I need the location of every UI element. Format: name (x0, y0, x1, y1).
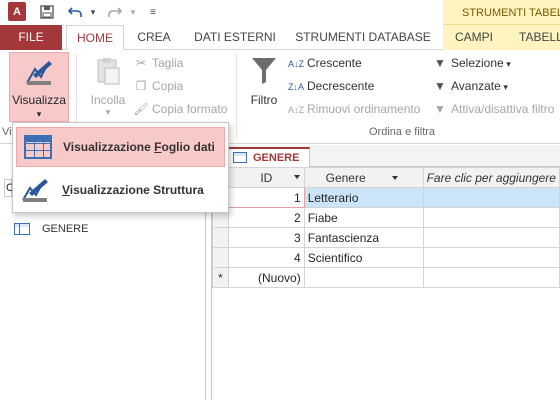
cell-id-new[interactable]: (Nuovo) (227, 267, 305, 288)
search-input[interactable]: C (4, 179, 14, 197)
tab-crea[interactable]: CREA (128, 25, 180, 50)
table-row[interactable]: 4 Scientifico (212, 247, 560, 268)
cell-genere[interactable]: Letterario (303, 187, 424, 208)
tab-strumenti-database[interactable]: STRUMENTI DATABASE (290, 25, 436, 50)
divider (236, 54, 237, 138)
sort-descending-icon: Z↓A (288, 82, 305, 92)
clear-sort-icon: A↕Z (288, 105, 305, 115)
advanced-filter-icon: ▼ (434, 79, 446, 93)
menu-item-label: Visualizzazione Foglio dati (63, 140, 215, 154)
cell-genere[interactable]: Fiabe (303, 207, 424, 228)
visualizza-label: Visualizza (12, 93, 66, 107)
format-painter-icon: 🖌 (133, 102, 149, 116)
cell-genere[interactable]: Scientifico (303, 247, 424, 268)
tab-dati-esterni[interactable]: DATI ESTERNI (186, 25, 284, 50)
chevron-down-icon: ▾ (500, 82, 508, 92)
ribbon-tabs: FILE HOME CREA DATI ESTERNI STRUMENTI DA… (0, 25, 560, 51)
cell-empty[interactable] (422, 207, 560, 228)
menu-item-datasheet-view[interactable]: Visualizzazione Foglio dati (16, 127, 225, 167)
column-header-id[interactable]: ID (227, 167, 305, 188)
save-icon[interactable] (38, 3, 56, 21)
filtro-label: Filtro (250, 93, 278, 107)
selezione-button[interactable]: ▼ Selezione ▾ (432, 52, 511, 74)
paste-icon (97, 58, 120, 85)
copia-button[interactable]: ❐ Copia (133, 75, 184, 97)
filter-icon (252, 58, 276, 84)
cell-empty[interactable] (422, 187, 560, 208)
new-record-row[interactable]: * (Nuovo) (212, 267, 560, 288)
access-logo-icon: A (8, 2, 26, 21)
copy-icon: ❐ (135, 79, 147, 93)
attiva-filtro-button[interactable]: ▼ Attiva/disattiva filtro (432, 98, 554, 120)
nav-item-genere[interactable]: GENERE (14, 223, 88, 235)
menu-item-label: Visualizzazione Struttura (62, 183, 204, 197)
chevron-down-icon[interactable] (293, 175, 300, 179)
contextual-group-label: STRUMENTI TABELLA (443, 0, 560, 25)
document-tab-strip: GENERE (212, 145, 560, 168)
nav-item-label: GENERE (42, 223, 89, 235)
dropdown-icon[interactable]: ▾ (84, 3, 102, 21)
avanzate-button[interactable]: ▼ Avanzate ▾ (432, 75, 508, 97)
document-tab-genere[interactable]: GENERE (226, 147, 311, 168)
quick-access-toolbar: A ▾ ▾ ≡ STRUMENTI TABELLA (0, 0, 560, 25)
chevron-down-icon: ▾ (36, 109, 42, 119)
menu-item-design-view[interactable]: Visualizzazione Struttura (16, 170, 225, 210)
design-view-icon (26, 61, 52, 85)
copia-formato-button[interactable]: 🖌 Copia formato (133, 98, 227, 120)
table-row[interactable]: 1 Letterario (212, 187, 560, 208)
header-row: ID Genere Fare clic per aggiungere (212, 167, 560, 188)
cell-id[interactable]: 1 (227, 187, 305, 208)
chevron-down-icon: ▾ (105, 107, 111, 117)
tab-home[interactable]: HOME (66, 25, 124, 51)
chevron-down-icon: ▾ (503, 59, 511, 69)
datasheet-view-icon (21, 133, 55, 161)
table-icon (14, 223, 30, 235)
row-selector[interactable] (212, 247, 229, 268)
table-row[interactable]: 3 Fantascienza (212, 227, 560, 248)
incolla-button[interactable]: Incolla ▾ (86, 56, 130, 118)
design-view-icon (20, 176, 54, 204)
cell-id[interactable]: 4 (227, 247, 305, 268)
rimuovi-ordinamento-button[interactable]: A↕Z Rimuovi ordinamento (288, 98, 420, 120)
cell-id[interactable]: 2 (227, 207, 305, 228)
taglia-button[interactable]: ✂ Taglia (133, 52, 183, 74)
visualizza-dropdown-menu: Visualizzazione Foglio dati Visualizzazi… (12, 122, 229, 213)
chevron-down-icon[interactable] (391, 175, 398, 180)
undo-icon[interactable] (66, 3, 84, 21)
tab-tabella[interactable]: TABELLA (505, 25, 560, 50)
incolla-label: Incolla (90, 93, 126, 107)
cell-genere[interactable]: Fantascienza (303, 227, 424, 248)
group-label-views: Vi (2, 126, 12, 138)
crescente-button[interactable]: A↓Z Crescente (288, 52, 362, 74)
visualizza-button[interactable]: Visualizza ▾ (9, 52, 69, 122)
cell-empty[interactable] (422, 267, 560, 288)
cell-empty[interactable] (422, 247, 560, 268)
column-header-genere[interactable]: Genere (303, 167, 424, 188)
cell-genere[interactable] (303, 267, 424, 288)
cell-empty[interactable] (422, 227, 560, 248)
table-row[interactable]: 2 Fiabe (212, 207, 560, 228)
document-area: GENERE ID Genere Fare clic per aggiunger… (211, 145, 560, 400)
tab-campi[interactable]: CAMPI (443, 25, 505, 50)
datasheet-grid: ID Genere Fare clic per aggiungere 1 Let… (212, 167, 560, 288)
table-icon (233, 152, 247, 163)
dropdown-icon[interactable]: ▾ (124, 3, 142, 21)
column-header-add[interactable]: Fare clic per aggiungere (422, 167, 560, 188)
selection-filter-icon: ▼ (434, 56, 446, 70)
cell-id[interactable]: 3 (227, 227, 305, 248)
filtro-button[interactable]: Filtro (244, 56, 284, 107)
group-label-sort-filter: Ordina e filtra (369, 126, 436, 138)
document-tab-label: GENERE (253, 152, 300, 164)
redo-icon[interactable] (106, 3, 124, 21)
toggle-filter-icon: ▼ (434, 102, 446, 116)
new-record-marker[interactable]: * (212, 267, 229, 288)
tab-file[interactable]: FILE (0, 25, 62, 50)
scissors-icon: ✂ (135, 56, 147, 70)
row-selector[interactable] (212, 227, 229, 248)
decrescente-button[interactable]: Z↓A Decrescente (288, 75, 374, 97)
customize-icon[interactable]: ≡ (144, 3, 162, 21)
sort-ascending-icon: A↓Z (288, 59, 305, 69)
